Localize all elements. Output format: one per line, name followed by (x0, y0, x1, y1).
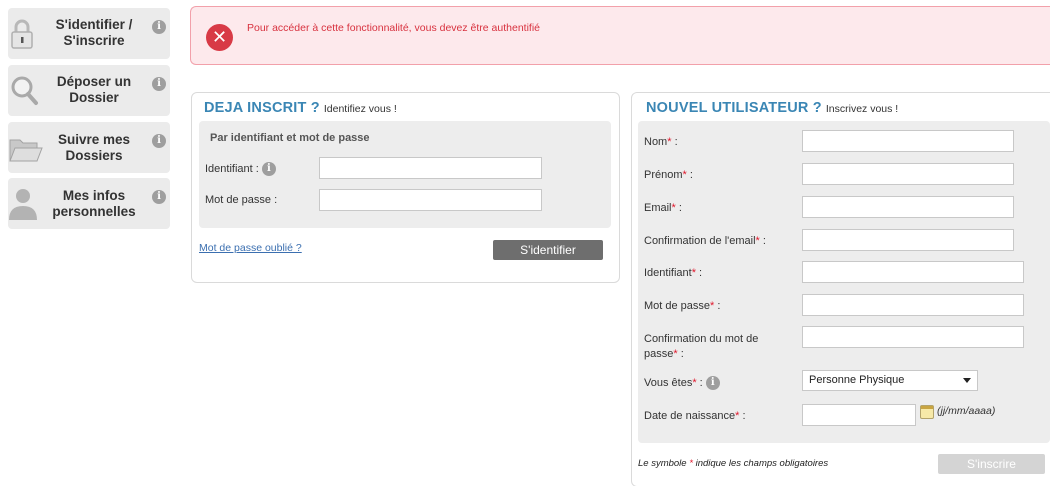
sidebar-item-login[interactable]: S'identifier / S'inscrire i (8, 8, 170, 59)
required-fields-note: Le symbole * indique les champs obligato… (638, 458, 829, 469)
login-identifiant-input[interactable] (319, 157, 542, 179)
password-register-input[interactable] (802, 294, 1024, 316)
password-confirm-input[interactable] (802, 326, 1024, 348)
register-button[interactable]: S'inscrire (938, 454, 1045, 474)
info-icon[interactable]: i (152, 20, 166, 34)
email-confirm-label: Confirmation de l'email* : (644, 235, 766, 247)
email-input[interactable] (802, 196, 1014, 218)
sidebar-item-follow[interactable]: Suivre mes Dossiers i (8, 122, 170, 173)
birthdate-input[interactable] (802, 404, 916, 426)
vous-etes-selected-value: Personne Physique (809, 374, 905, 386)
login-panel-title: DEJA INSCRIT ? Identifiez vous ! (204, 100, 397, 116)
nom-label: Nom* : (644, 136, 678, 148)
sidebar-item-label: Suivre mes Dossiers (57, 132, 131, 163)
sidebar-item-label: Mes infos personnelles (52, 188, 136, 219)
vous-etes-select[interactable]: Personne Physique (802, 370, 978, 391)
error-banner: ✕ Pour accéder à cette fonctionnalité, v… (190, 6, 1050, 65)
info-icon[interactable]: i (152, 77, 166, 91)
vous-etes-label: Vous êtes* : i (644, 376, 720, 390)
identifiant-register-input[interactable] (802, 261, 1024, 283)
password-confirm-label: Confirmation du mot de passe* : (644, 333, 759, 360)
sidebar-item-profile[interactable]: Mes infos personnelles i (8, 178, 170, 229)
login-section-title: Par identifiant et mot de passe (210, 132, 370, 144)
info-icon[interactable]: i (152, 134, 166, 148)
login-password-input[interactable] (319, 189, 542, 211)
nom-input[interactable] (802, 130, 1014, 152)
chevron-down-icon (963, 378, 971, 383)
info-icon[interactable]: i (261, 162, 276, 176)
calendar-icon[interactable] (920, 405, 934, 419)
info-icon[interactable]: i (705, 376, 720, 390)
sidebar-item-label: S'identifier / S'inscrire (55, 17, 133, 48)
sidebar-item-label: Déposer un Dossier (56, 74, 132, 105)
page: S'identifier / S'inscrire i Déposer un Dos… (0, 0, 1050, 486)
sidebar-item-deposit[interactable]: Déposer un Dossier i (8, 65, 170, 116)
birthdate-label: Date de naissance* : (644, 410, 746, 422)
email-label: Email* : (644, 202, 682, 214)
info-icon[interactable]: i (152, 190, 166, 204)
register-panel-title: NOUVEL UTILISATEUR ? Inscrivez vous ! (646, 100, 899, 116)
identifiant-label: Identifiant : i (205, 162, 276, 176)
identifiant-register-label: Identifiant* : (644, 267, 703, 279)
login-button[interactable]: S'identifier (493, 240, 603, 260)
error-icon: ✕ (206, 24, 233, 51)
prenom-input[interactable] (802, 163, 1014, 185)
password-label: Mot de passe : (205, 194, 278, 206)
date-format-hint: (jj/mm/aaaa) (937, 405, 996, 417)
error-message: Pour accéder à cette fonctionnalité, vou… (247, 22, 541, 34)
prenom-label: Prénom* : (644, 169, 693, 181)
forgot-password-link[interactable]: Mot de passe oublié ? (199, 242, 302, 254)
email-confirm-input[interactable] (802, 229, 1014, 251)
password-register-label: Mot de passe* : (644, 300, 721, 312)
